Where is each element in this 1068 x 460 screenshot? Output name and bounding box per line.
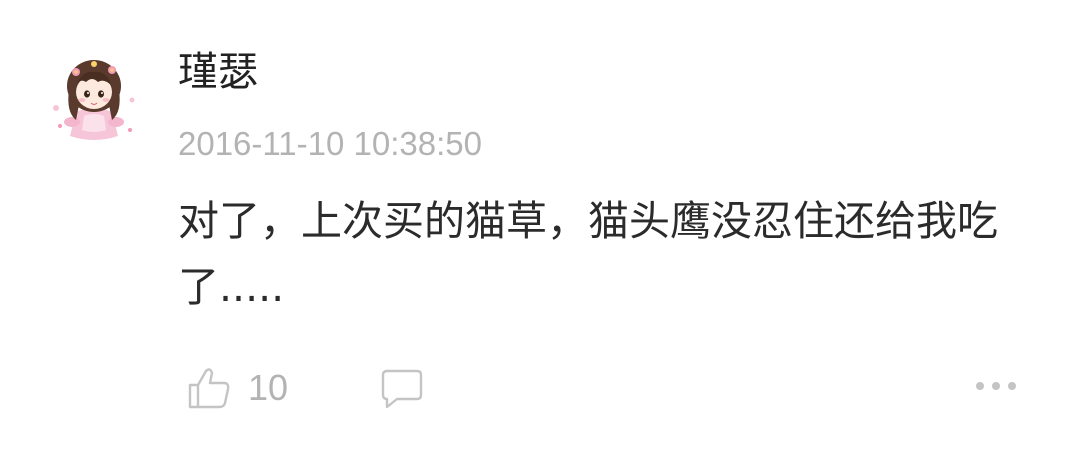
comment-card: 瑾瑟 2016-11-10 10:38:50 对了，上次买的猫草，猫头鹰没忍住还…: [0, 0, 1068, 460]
username[interactable]: 瑾瑟: [178, 44, 258, 100]
speech-bubble-icon: [381, 369, 423, 409]
comment-text: 对了，上次买的猫草，猫头鹰没忍住还给我吃了.....: [178, 197, 998, 311]
reply-button[interactable]: [376, 362, 428, 414]
ellipsis-icon: [976, 382, 1016, 390]
timestamp: 2016-11-10 10:38:50: [178, 125, 482, 162]
avatar[interactable]: [46, 50, 142, 146]
cartoon-girl-avatar-icon: [53, 60, 135, 140]
like-button[interactable]: 10: [186, 360, 288, 416]
more-button[interactable]: [968, 368, 1024, 404]
like-count: 10: [248, 367, 289, 408]
thumbs-up-icon: [188, 368, 230, 409]
